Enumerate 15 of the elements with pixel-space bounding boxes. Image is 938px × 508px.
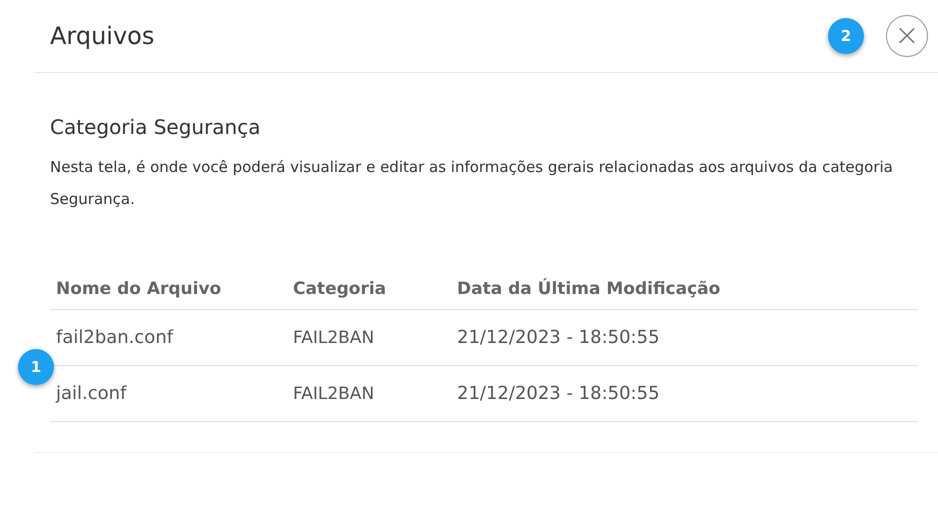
section-description: Nesta tela, é onde você poderá visualizar e editar as informações gerais relacionadas aos arquivos da categoria Segurança.	[50, 157, 894, 210]
column-header: Data da Última Modificação	[457, 279, 720, 299]
table-cell: fail2ban.conf	[56, 327, 174, 348]
table-cell: 21/12/2023 - 18:50:55	[457, 383, 660, 404]
column-header: Categoria	[293, 279, 386, 299]
table-cell: jail.conf	[56, 383, 126, 404]
column-header: Nome do Arquivo	[56, 279, 222, 299]
table-cell: FAIL2BAN	[293, 328, 374, 348]
close-button[interactable]: ×	[886, 15, 928, 57]
table-cell: 21/12/2023 - 18:50:55	[457, 327, 660, 348]
step-badge: 1	[18, 349, 54, 385]
table-cell: FAIL2BAN	[293, 384, 374, 404]
dialog-title: Arquivos	[50, 22, 154, 50]
step-badge: 2	[828, 18, 864, 54]
section-title: Categoria Segurança	[50, 115, 262, 139]
